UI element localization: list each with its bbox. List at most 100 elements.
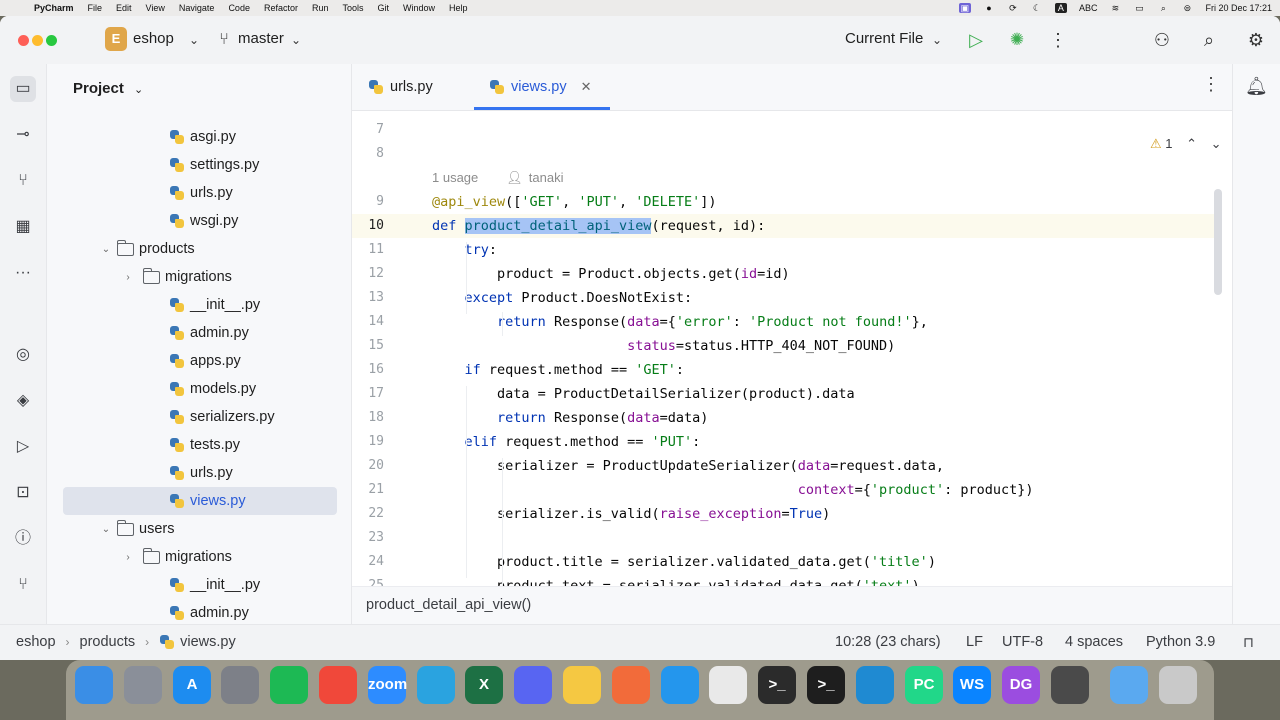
code-line[interactable]: status=status.HTTP_404_NOT_FOUND) — [432, 338, 895, 354]
menu-file[interactable]: File — [88, 3, 103, 13]
code-line[interactable]: except Product.DoesNotExist: — [432, 290, 693, 306]
battery-icon[interactable]: ▭ — [1133, 3, 1145, 13]
menu-run[interactable]: Run — [312, 3, 329, 13]
moon-icon[interactable]: ☾ — [1031, 3, 1043, 13]
dock-shell-icon[interactable]: >_ — [758, 666, 796, 704]
dock-aperture-icon[interactable] — [1051, 666, 1089, 704]
tree-file-row[interactable]: __init__.py — [63, 571, 337, 599]
dock-chrome-icon[interactable] — [709, 666, 747, 704]
chevron-down-icon[interactable]: ⌄ — [99, 524, 113, 535]
tree-file-row[interactable]: admin.py — [63, 319, 337, 347]
search-everywhere-icon[interactable]: ⌕ — [1197, 28, 1221, 52]
dock-docker-icon[interactable] — [661, 666, 699, 704]
dock-excel-icon[interactable]: X — [465, 666, 503, 704]
dock-terminal-icon[interactable]: >_ — [807, 666, 845, 704]
dock-webstorm-icon[interactable]: WS — [953, 666, 991, 704]
control-center-icon[interactable]: ⊜ — [1181, 3, 1193, 13]
code-line[interactable]: context={'product': product}) — [432, 482, 1034, 498]
indent-setting[interactable]: 4 spaces — [1065, 634, 1123, 650]
chevron-down-icon[interactable]: ⌄ — [182, 28, 206, 52]
chevron-down-icon[interactable]: ⌄ — [284, 28, 308, 52]
zoom-window-button[interactable] — [46, 35, 57, 46]
dock-spotify-icon[interactable] — [270, 666, 308, 704]
tree-file-row[interactable]: models.py — [63, 375, 337, 403]
sync-icon[interactable]: ⟳ — [1007, 3, 1019, 13]
project-folder-icon[interactable]: ▭ — [10, 76, 36, 102]
services-icon[interactable]: ▷ — [10, 434, 36, 460]
chevron-down-icon[interactable]: ⌄ — [99, 244, 113, 255]
menu-app-name[interactable]: PyCharm — [34, 3, 74, 13]
dock-discord-icon[interactable] — [514, 666, 552, 704]
terminal-icon[interactable]: ⊡ — [10, 480, 36, 506]
debug-icon[interactable]: ✺ — [1005, 28, 1029, 52]
wifi-icon[interactable]: ≋ — [1109, 3, 1121, 13]
tree-file-row[interactable]: wsgi.py — [63, 207, 337, 235]
usages-inlay-hint[interactable]: 1 usage 👤︎ tanaki — [432, 170, 563, 186]
more-actions-icon[interactable]: ⋮ — [1046, 28, 1070, 52]
tree-folder-row[interactable]: ⌄ products — [63, 235, 337, 263]
dock-telegram-icon[interactable] — [417, 666, 455, 704]
code-line[interactable]: @api_view(['GET', 'PUT', 'DELETE']) — [432, 194, 717, 210]
dock-downloads-folder-icon[interactable] — [1110, 666, 1148, 704]
code-line[interactable]: if request.method == 'GET': — [432, 362, 684, 378]
author-name[interactable]: tanaki — [529, 170, 564, 185]
project-badge[interactable]: E — [105, 27, 127, 51]
usage-count[interactable]: 1 usage — [432, 170, 478, 185]
code-line[interactable]: try: — [432, 242, 498, 258]
menubar-datetime[interactable]: Fri 20 Dec 17:21 — [1205, 3, 1272, 13]
project-name[interactable]: eshop — [133, 30, 174, 47]
menu-view[interactable]: View — [146, 3, 165, 13]
code-line[interactable]: serializer.is_valid(raise_exception=True… — [432, 506, 830, 522]
tree-file-row[interactable]: urls.py — [63, 459, 337, 487]
menu-code[interactable]: Code — [228, 3, 250, 13]
close-tab-icon[interactable]: ✕ — [581, 79, 592, 95]
chevron-right-icon[interactable]: › — [121, 552, 135, 563]
run-config-selector[interactable]: Current File — [845, 30, 923, 47]
code-line[interactable]: product = Product.objects.get(id=id) — [432, 266, 790, 282]
tree-file-row[interactable]: views.py — [63, 487, 337, 515]
dock-app-store-icon[interactable]: A — [173, 666, 211, 704]
dock-finder-icon[interactable] — [75, 666, 113, 704]
commit-icon[interactable]: ⊸ — [10, 122, 36, 148]
line-separator[interactable]: LF — [966, 634, 983, 650]
function-breadcrumb[interactable]: product_detail_api_view() — [366, 597, 531, 613]
tree-file-row[interactable]: __init__.py — [63, 291, 337, 319]
tab-options-icon[interactable]: ⋮ — [1202, 74, 1220, 95]
project-panel-title[interactable]: Project ⌄ — [73, 80, 143, 97]
chevron-right-icon[interactable]: › — [121, 272, 135, 283]
add-user-icon[interactable]: ⚇ — [1150, 28, 1174, 52]
dock-vscode-icon[interactable] — [856, 666, 894, 704]
minimize-window-button[interactable] — [32, 35, 43, 46]
notifications-bell-icon[interactable]: 🔔︎ — [1245, 76, 1268, 97]
code-line[interactable]: elif request.method == 'PUT': — [432, 434, 701, 450]
tree-file-row[interactable]: serializers.py — [63, 403, 337, 431]
tree-file-row[interactable]: asgi.py — [63, 123, 337, 151]
chevron-down-icon[interactable]: ⌄ — [925, 28, 949, 52]
code-line[interactable]: product.title = serializer.validated_dat… — [432, 554, 936, 570]
input-source-icon[interactable]: A — [1054, 3, 1067, 13]
tree-folder-row[interactable]: › migrations — [63, 263, 337, 291]
dock-pen-tool-icon[interactable] — [612, 666, 650, 704]
screen-record-icon[interactable]: ▣ — [958, 3, 971, 13]
path-segment-project[interactable]: eshop — [16, 634, 56, 650]
code-line[interactable]: return Response(data=data) — [432, 410, 708, 426]
dock-notes-icon[interactable] — [319, 666, 357, 704]
pull-requests-icon[interactable]: ⑂ — [10, 168, 36, 194]
path-segment-folder[interactable]: products — [80, 634, 136, 650]
code-line[interactable]: def product_detail_api_view(request, id)… — [432, 218, 765, 234]
problems-icon[interactable]: ⓘ — [10, 526, 36, 552]
code-line[interactable]: return Response(data={'error': 'Product … — [432, 314, 928, 330]
dock-cyberduck-icon[interactable] — [563, 666, 601, 704]
file-encoding[interactable]: UTF-8 — [1002, 634, 1043, 650]
code-area[interactable]: 7 8 9 @api_view(['GET', 'PUT', 'DELETE']) 10… — [352, 122, 1222, 602]
more-tools-icon[interactable]: ··· — [10, 260, 36, 286]
focus-icon[interactable]: ● — [983, 3, 995, 13]
git-icon[interactable]: ⑂ — [10, 572, 36, 598]
tree-file-row[interactable]: settings.py — [63, 151, 337, 179]
tree-folder-row[interactable]: ⌄ users — [63, 515, 337, 543]
search-icon[interactable]: ⌕ — [1157, 3, 1169, 13]
dock-launchpad-icon[interactable] — [124, 666, 162, 704]
git-branch-name[interactable]: master — [238, 30, 284, 47]
menu-window[interactable]: Window — [403, 3, 435, 13]
close-window-button[interactable] — [18, 35, 29, 46]
